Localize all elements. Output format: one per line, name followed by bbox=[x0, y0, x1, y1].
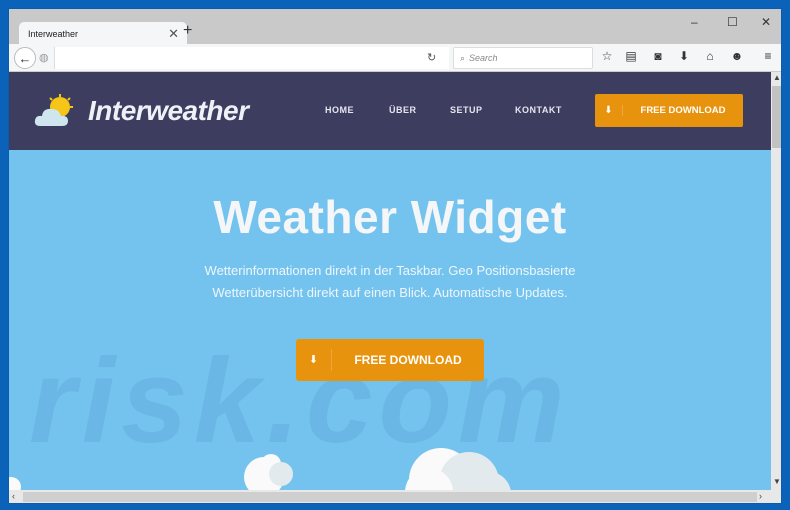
reading-list-icon[interactable]: ▤ bbox=[623, 49, 639, 63]
search-placeholder: Search bbox=[469, 53, 498, 63]
clouds-illustration bbox=[9, 448, 511, 490]
back-button[interactable]: ← bbox=[14, 47, 36, 69]
header-download-label: FREE DOWNLOAD bbox=[640, 105, 726, 116]
home-icon[interactable]: ⌂ bbox=[702, 49, 718, 63]
minimize-button[interactable]: – bbox=[691, 15, 698, 29]
site-header: Interweather HOME ÜBER SETUP KONTAKT ⬇ F… bbox=[9, 72, 771, 150]
browser-window: Interweather ✕ + – ☐ ✕ ← ◍ ↻ ⌕ Search ☆ … bbox=[8, 8, 782, 504]
download-icon[interactable]: ⬇ bbox=[676, 49, 692, 63]
hero-title: Weather Widget bbox=[213, 191, 567, 243]
search-icon: ⌕ bbox=[460, 52, 466, 63]
horizontal-scrollbar[interactable]: ‹ › bbox=[9, 490, 781, 503]
scroll-left-icon[interactable]: ‹ bbox=[12, 491, 15, 501]
cloud-icon bbox=[244, 454, 293, 490]
search-input[interactable]: ⌕ Search bbox=[453, 47, 593, 69]
sun-cloud-icon bbox=[34, 94, 73, 126]
scroll-up-icon[interactable]: ▲ bbox=[771, 73, 781, 82]
nav-ueber[interactable]: ÜBER bbox=[389, 105, 417, 115]
hello-icon[interactable]: ☻ bbox=[729, 49, 745, 63]
close-tab-icon[interactable]: ✕ bbox=[168, 26, 179, 42]
nav-kontakt[interactable]: KONTAKT bbox=[515, 105, 562, 115]
tab-interweather[interactable]: Interweather ✕ bbox=[19, 22, 187, 46]
scroll-right-icon[interactable]: › bbox=[759, 491, 762, 501]
hero-subtitle-line2: Wetterübersicht direkt auf einen Blick. … bbox=[212, 285, 568, 300]
download-arrow-icon: ⬇ bbox=[296, 349, 332, 371]
vertical-scroll-thumb[interactable] bbox=[772, 86, 781, 148]
scroll-down-icon[interactable]: ▼ bbox=[771, 477, 781, 486]
web-page: risk.com Interweather HOME ÜBER SETUP KO… bbox=[9, 72, 771, 490]
hero-subtitle-line1: Wetterinformationen direkt in der Taskba… bbox=[204, 263, 576, 278]
brand-name: Interweather bbox=[88, 95, 249, 126]
tab-title: Interweather bbox=[28, 29, 79, 39]
site-logo[interactable]: Interweather bbox=[34, 94, 249, 128]
star-icon[interactable]: ☆ bbox=[599, 49, 615, 63]
cta-download-label: FREE DOWNLOAD bbox=[354, 353, 462, 367]
cloud-icon bbox=[9, 477, 21, 490]
url-bar[interactable] bbox=[54, 47, 449, 69]
download-arrow-icon: ⬇ bbox=[595, 105, 623, 116]
horizontal-scroll-thumb[interactable] bbox=[23, 492, 757, 502]
menu-icon[interactable]: ≡ bbox=[760, 49, 776, 63]
close-window-button[interactable]: ✕ bbox=[761, 15, 771, 29]
title-bar: Interweather ✕ + – ☐ ✕ bbox=[9, 9, 781, 46]
nav-home[interactable]: HOME bbox=[325, 105, 354, 115]
reload-icon[interactable]: ↻ bbox=[427, 51, 436, 64]
pocket-icon[interactable]: ◙ bbox=[650, 49, 666, 63]
new-tab-button[interactable]: + bbox=[183, 22, 192, 40]
back-arrow-icon: ← bbox=[18, 50, 32, 66]
vertical-scrollbar[interactable]: ▲ ▼ bbox=[771, 72, 781, 490]
header-download-button[interactable]: ⬇ FREE DOWNLOAD bbox=[595, 94, 743, 127]
nav-setup[interactable]: SETUP bbox=[450, 105, 483, 115]
cloud-icon bbox=[405, 448, 511, 490]
maximize-button[interactable]: ☐ bbox=[727, 15, 738, 29]
globe-icon: ◍ bbox=[39, 52, 49, 64]
hero-subtitle: Wetterinformationen direkt in der Taskba… bbox=[9, 260, 771, 304]
cta-download-button[interactable]: ⬇ FREE DOWNLOAD bbox=[296, 339, 484, 381]
nav-toolbar: ← ◍ ↻ ⌕ Search ☆ ▤ ◙ ⬇ ⌂ ☻ ≡ bbox=[9, 44, 781, 72]
